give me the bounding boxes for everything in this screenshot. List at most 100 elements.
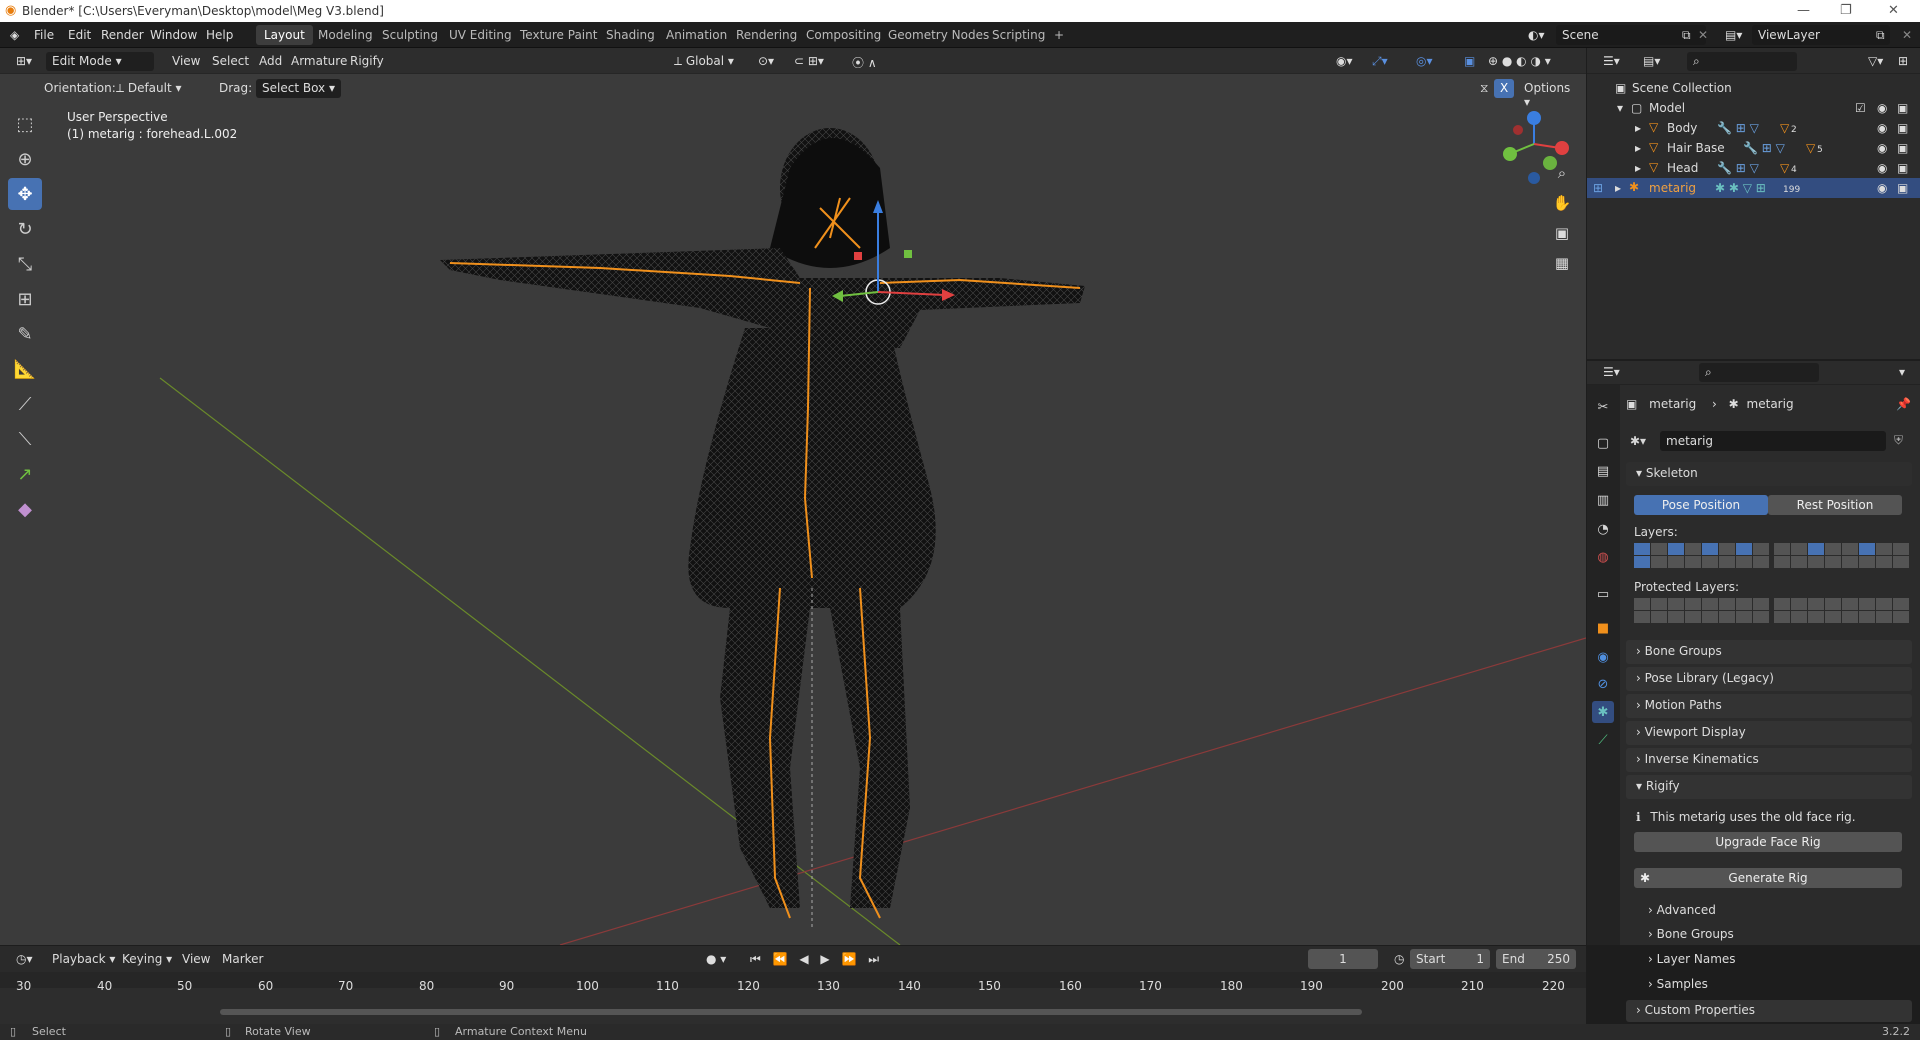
shading-modes-icon[interactable]: ⊕ ● ◐ ◑ ▾: [1482, 52, 1557, 71]
viewport-menu-view[interactable]: View: [166, 52, 206, 71]
outliner-row-model[interactable]: ▾ ▢ Model ☑ ◉ ▣: [1587, 98, 1920, 118]
grid-view-icon[interactable]: ▦: [1550, 248, 1574, 278]
outliner-editor-icon[interactable]: ☰▾: [1597, 52, 1626, 71]
properties-editor-icon[interactable]: ☰▾: [1597, 363, 1626, 382]
tab-texture-paint[interactable]: Texture Paint: [512, 25, 605, 45]
eye-icon[interactable]: ◉: [1877, 121, 1887, 135]
bone-groups-panel[interactable]: › Bone Groups: [1626, 640, 1912, 664]
eye-icon[interactable]: ◉: [1877, 181, 1887, 195]
eye-icon[interactable]: ◉: [1877, 141, 1887, 155]
viewport-display-panel[interactable]: › Viewport Display: [1626, 721, 1912, 745]
layers-grid-left[interactable]: [1634, 543, 1769, 568]
protected-layers-grid-left[interactable]: [1634, 598, 1769, 623]
new-scene-icon[interactable]: ⧉: [1682, 28, 1691, 43]
timeline-editor-icon[interactable]: ◷▾: [10, 950, 39, 969]
properties-search-input[interactable]: ⌕: [1699, 363, 1819, 382]
visibility-icon[interactable]: ◉▾: [1330, 52, 1359, 71]
motion-paths-panel[interactable]: › Motion Paths: [1626, 694, 1912, 718]
camera-icon[interactable]: ▣: [1897, 141, 1908, 155]
datablock-name-field[interactable]: metarig: [1660, 431, 1886, 451]
drag-dropdown[interactable]: Select Box ▾: [256, 79, 341, 98]
options-dropdown[interactable]: Options ▾: [1518, 79, 1586, 109]
extrude-tool-icon[interactable]: ↗: [8, 458, 42, 490]
inverse-kinematics-panel[interactable]: › Inverse Kinematics: [1626, 748, 1912, 772]
end-frame-field[interactable]: End 250: [1496, 949, 1576, 969]
physics-tab-icon[interactable]: ◉: [1592, 646, 1614, 668]
expand-icon[interactable]: ▾: [1617, 101, 1623, 115]
timeline-scrollbar[interactable]: [220, 1009, 1362, 1015]
protected-layers-grid-right[interactable]: [1774, 598, 1909, 623]
timeline-view-menu[interactable]: View: [176, 950, 216, 969]
armature-data-tab-icon[interactable]: ✱: [1592, 701, 1614, 723]
tab-scripting[interactable]: Scripting: [984, 25, 1053, 45]
rigify-bone-groups[interactable]: › Bone Groups: [1648, 927, 1734, 941]
pan-hand-icon[interactable]: ✋: [1550, 188, 1574, 218]
tab-layout[interactable]: Layout: [256, 25, 313, 45]
blender-menu-icon[interactable]: ◈: [10, 28, 19, 42]
proportional-edit-icon[interactable]: ⦿ ∧: [846, 52, 883, 71]
tab-geometry-nodes[interactable]: Geometry Nodes: [880, 25, 997, 45]
rotate-tool-icon[interactable]: ↻: [8, 213, 42, 245]
tab-modeling[interactable]: Modeling: [310, 25, 381, 45]
view-layer-icon[interactable]: ▤▾: [1725, 28, 1742, 42]
camera-icon[interactable]: ▣: [1897, 121, 1908, 135]
delete-view-layer-icon[interactable]: ✕: [1902, 28, 1912, 42]
tab-sculpting[interactable]: Sculpting: [374, 25, 446, 45]
delete-scene-icon[interactable]: ✕: [1698, 28, 1708, 42]
outliner-row-body[interactable]: ▸ ▽ Body 🔧 ⊞ ▽ ▽ 2 ◉ ▣: [1587, 118, 1920, 138]
minimize-icon[interactable]: —: [1797, 3, 1810, 18]
current-frame-field[interactable]: 1: [1308, 949, 1378, 969]
xray-icon[interactable]: ▣: [1458, 52, 1481, 71]
tab-animation[interactable]: Animation: [658, 25, 735, 45]
editor-type-icon[interactable]: ⊞▾: [10, 52, 38, 71]
pose-library-panel[interactable]: › Pose Library (Legacy): [1626, 667, 1912, 691]
rigify-layer-names[interactable]: › Layer Names: [1648, 952, 1736, 966]
output-tab-icon[interactable]: ▤: [1592, 460, 1614, 482]
camera-icon[interactable]: ▣: [1897, 161, 1908, 175]
filter-icon[interactable]: ▽▾: [1862, 52, 1889, 71]
custom-properties-panel[interactable]: › Custom Properties: [1626, 1000, 1912, 1022]
skeleton-panel-header[interactable]: ▾ Skeleton: [1626, 462, 1912, 486]
tab-shading[interactable]: Shading: [598, 25, 663, 45]
viewport-menu-select[interactable]: Select: [206, 52, 255, 71]
view-layer-tab-icon[interactable]: ▥: [1592, 489, 1614, 511]
scale-tool-icon[interactable]: ⤡: [8, 248, 42, 280]
overlay-icon[interactable]: ◎▾: [1410, 52, 1439, 71]
gizmo-icon[interactable]: ⤢▾: [1366, 52, 1394, 71]
viewport-menu-rigify[interactable]: Rigify: [344, 52, 390, 71]
tab-uv-editing[interactable]: UV Editing: [441, 25, 520, 45]
select-box-tool-icon[interactable]: ⬚: [8, 108, 42, 140]
menu-edit[interactable]: Edit: [68, 28, 91, 42]
3d-viewport[interactable]: User Perspective (1) metarig : forehead.…: [0, 48, 1586, 945]
annotate-tool-icon[interactable]: ✎: [8, 318, 42, 350]
layers-grid-right[interactable]: [1774, 543, 1909, 568]
collection-tab-icon[interactable]: ▭: [1592, 583, 1614, 605]
expand-icon[interactable]: ▸: [1635, 121, 1641, 135]
camera-icon[interactable]: ▣: [1550, 218, 1574, 248]
expand-icon[interactable]: ▸: [1615, 181, 1621, 195]
outliner-row-hair-base[interactable]: ▸ ▽ Hair Base 🔧 ⊞ ▽ ▽ 5 ◉ ▣: [1587, 138, 1920, 158]
pivot-icon[interactable]: ⊙▾: [752, 52, 780, 71]
orientation-dropdown[interactable]: ⟂ Default ▾: [110, 79, 188, 98]
tool-tab-icon[interactable]: ✂: [1592, 396, 1614, 418]
bone-tab-icon[interactable]: ⟋: [1592, 729, 1614, 751]
mirror-icon[interactable]: ⧖: [1474, 79, 1494, 98]
outliner-row-scene-collection[interactable]: ▣ Scene Collection: [1587, 78, 1920, 98]
eye-icon[interactable]: ◉: [1877, 101, 1887, 115]
armature-browse-icon[interactable]: ✱▾: [1630, 434, 1646, 448]
camera-icon[interactable]: ▣: [1897, 181, 1908, 195]
rigify-panel-header[interactable]: ▾ Rigify: [1626, 775, 1912, 799]
menu-help[interactable]: Help: [206, 28, 233, 42]
upgrade-face-rig-button[interactable]: Upgrade Face Rig: [1634, 832, 1902, 852]
datablock-selector[interactable]: ✱▾ metarig ⛨: [1626, 431, 1912, 451]
rigify-samples[interactable]: › Samples: [1648, 977, 1708, 991]
tab-rendering[interactable]: Rendering: [728, 25, 805, 45]
fake-user-icon[interactable]: ⛨: [1894, 433, 1903, 448]
outliner-search-input[interactable]: ⌕: [1687, 52, 1797, 71]
menu-render[interactable]: Render: [101, 28, 144, 42]
edit-mode-icon[interactable]: ⊞: [1593, 181, 1603, 195]
move-tool-icon[interactable]: ✥: [8, 178, 42, 210]
add-workspace-button[interactable]: +: [1046, 25, 1072, 45]
tab-compositing[interactable]: Compositing: [798, 25, 889, 45]
restore-icon[interactable]: ❐: [1840, 3, 1852, 18]
